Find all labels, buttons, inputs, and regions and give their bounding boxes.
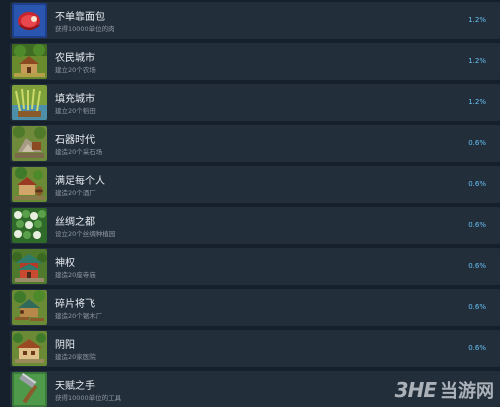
watermark-logo: 3HE	[394, 378, 437, 402]
achievement-title: 丝绸之都	[55, 217, 95, 228]
achievement-title: 神权	[55, 258, 75, 269]
achievement-description: 建造20座寺庙	[55, 271, 96, 279]
unlock-percent: 0.6%	[468, 180, 486, 188]
achievement-description: 获得10000单位的工具	[55, 394, 122, 402]
achievement-title: 农民城市	[55, 53, 95, 64]
achievement-row[interactable]: 不单靠面包 获得10000单位的肉 1.2%	[10, 2, 500, 39]
achievement-description: 建立20个农场	[55, 66, 96, 74]
achievement-description: 设立20个丝绸种植园	[55, 230, 116, 238]
achievement-row[interactable]: 满足每个人 建造20个酒厂 0.6%	[10, 166, 500, 203]
achievement-title: 阴阳	[55, 340, 75, 351]
achievement-row[interactable]: 填充城市 建立20个稻田 1.2%	[10, 84, 500, 121]
unlock-percent: 1.2%	[468, 57, 486, 65]
achievement-row[interactable]: 丝绸之都 设立20个丝绸种植园 0.6%	[10, 207, 500, 244]
achievement-description: 建造20个锯木厂	[55, 312, 103, 320]
achievement-title: 填充城市	[55, 94, 95, 105]
watermark-text: 当游网	[440, 381, 494, 402]
achievement-description: 获得10000单位的肉	[55, 25, 115, 33]
unlock-percent: 0.6%	[468, 262, 486, 270]
achievement-description: 建造20家医院	[55, 353, 96, 361]
achievement-description: 建立20个稻田	[55, 107, 96, 115]
achievement-row[interactable]: 阴阳 建造20家医院 0.6%	[10, 330, 500, 367]
silk-plantation-icon	[12, 208, 47, 243]
unlock-percent: 0.6%	[468, 139, 486, 147]
achievement-title: 天赋之手	[55, 381, 95, 392]
achievement-description: 建造20个采石场	[55, 148, 103, 156]
temple-icon	[12, 249, 47, 284]
achievement-title: 不单靠面包	[55, 12, 105, 23]
tool-icon	[12, 372, 47, 407]
unlock-percent: 1.2%	[468, 98, 486, 106]
achievement-row[interactable]: 农民城市 建立20个农场 1.2%	[10, 43, 500, 80]
achievement-row[interactable]: 神权 建造20座寺庙 0.6%	[10, 248, 500, 285]
sawmill-icon	[12, 290, 47, 325]
achievement-description: 建造20个酒厂	[55, 189, 96, 197]
achievement-title: 石器时代	[55, 135, 95, 146]
meat-icon	[12, 3, 47, 38]
achievement-row[interactable]: 石器时代 建造20个采石场 0.6%	[10, 125, 500, 162]
site-watermark: 3HE 当游网	[395, 377, 494, 403]
unlock-percent: 0.6%	[468, 221, 486, 229]
quarry-icon	[12, 126, 47, 161]
achievement-title: 碎片将飞	[55, 299, 95, 310]
unlock-percent: 0.6%	[468, 344, 486, 352]
achievement-row[interactable]: 碎片将飞 建造20个锯木厂 0.6%	[10, 289, 500, 326]
rice-field-icon	[12, 85, 47, 120]
achievement-title: 满足每个人	[55, 176, 105, 187]
hospital-icon	[12, 331, 47, 366]
farm-icon	[12, 44, 47, 79]
brewery-icon	[12, 167, 47, 202]
unlock-percent: 0.6%	[468, 303, 486, 311]
unlock-percent: 1.2%	[468, 16, 486, 24]
